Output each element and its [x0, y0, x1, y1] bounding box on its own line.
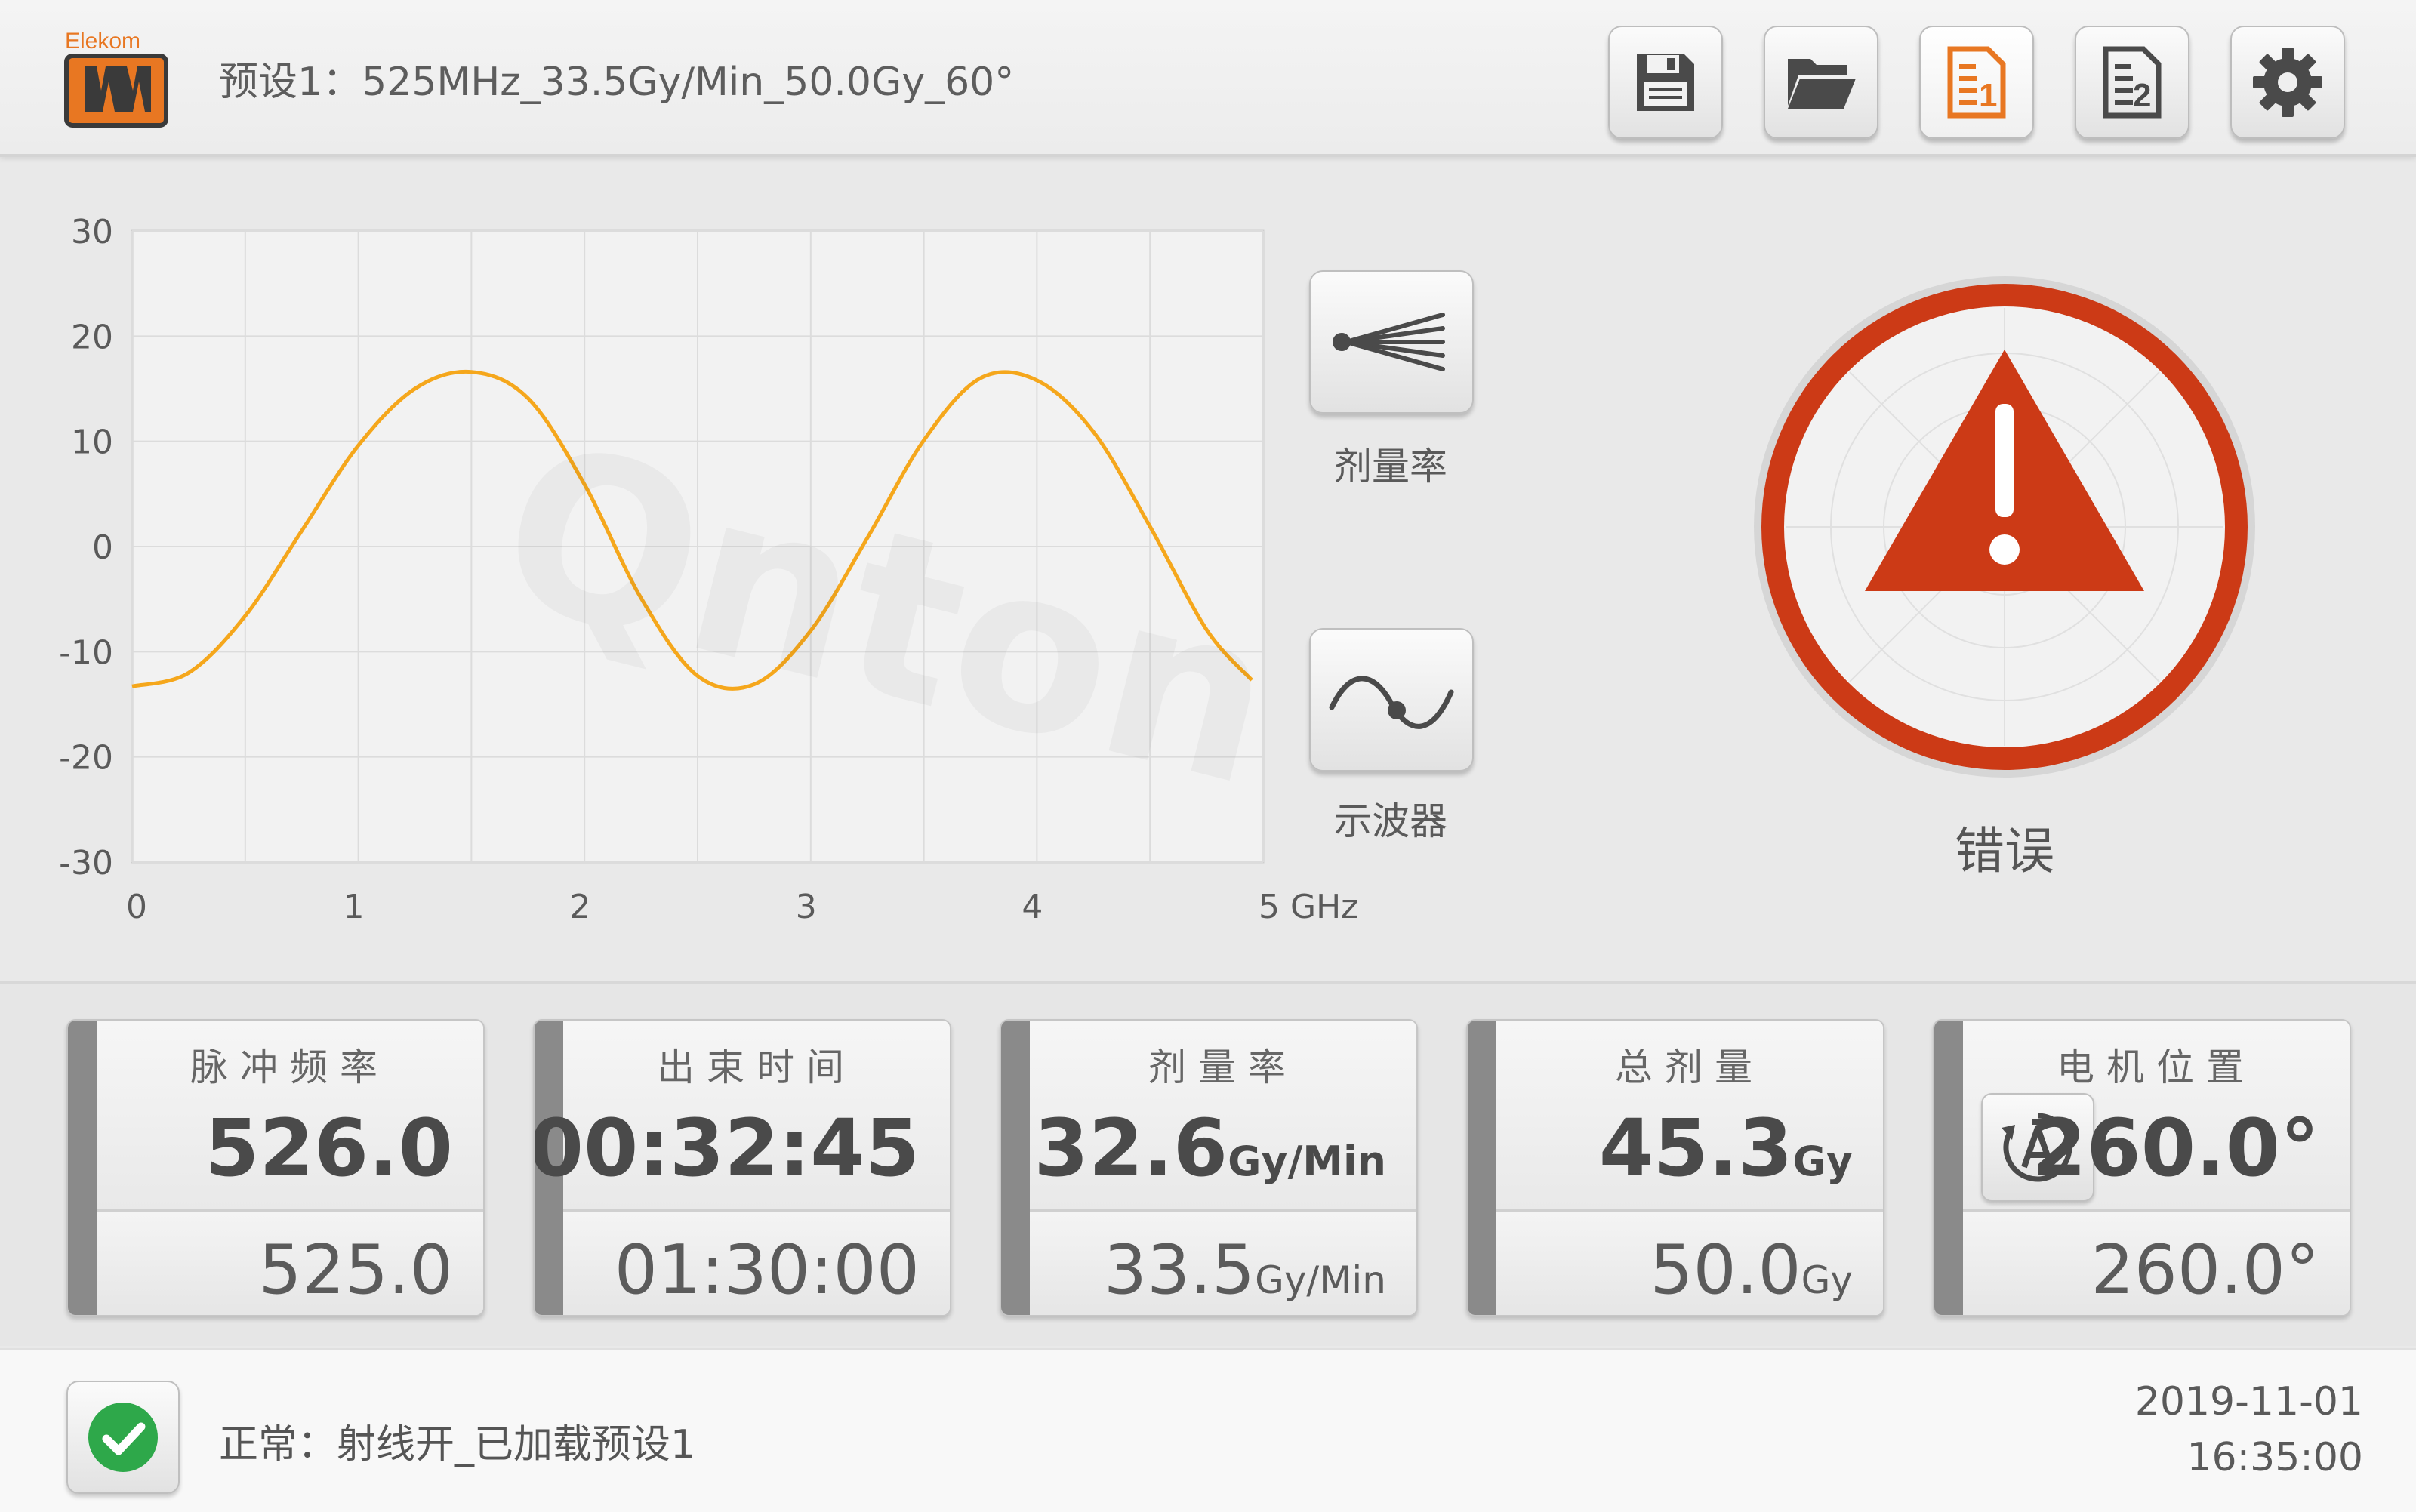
dose-rate-view-label: 剂量率 — [1334, 445, 1447, 488]
card-setpoint-value: 01:30:00 — [614, 1230, 920, 1310]
card-setpoint-value: 260.0° — [2091, 1230, 2319, 1310]
card-setpoint-value: 525.0 — [258, 1230, 453, 1310]
y-tick-label: -10 — [59, 633, 113, 672]
svg-text:Elekom: Elekom — [65, 29, 140, 54]
card-label: 剂量率 — [1148, 1045, 1298, 1089]
sine-wave-icon — [1329, 676, 1454, 729]
save-button[interactable] — [1608, 26, 1723, 139]
elekom-logo: Elekom — [63, 27, 169, 128]
value-number: 32.6 — [1034, 1102, 1228, 1194]
setpoint-number: 50.0 — [1650, 1230, 1801, 1310]
card-label: 脉冲频率 — [190, 1045, 390, 1089]
document-2-icon: 2 — [2103, 46, 2162, 119]
card-setpoint-value: 33.5Gy/Min — [1104, 1230, 1386, 1310]
check-circle-icon — [88, 1403, 158, 1472]
document-1-icon: 1 — [1947, 46, 2006, 119]
card-setpoint-value: 50.0Gy — [1650, 1230, 1853, 1310]
beam-spray-icon — [1333, 313, 1445, 371]
setpoint-unit: Gy — [1801, 1258, 1853, 1302]
y-tick-label: -30 — [59, 844, 113, 882]
card-actual-value: 260.0° — [2032, 1102, 2319, 1194]
card-label: 出束时间 — [657, 1045, 856, 1089]
dose-rate-view-button[interactable] — [1309, 270, 1474, 414]
motor-position-card[interactable]: 电机位置 260.0° 260.0° — [1933, 1019, 2351, 1316]
warning-triangle-icon — [1754, 276, 2255, 778]
error-label: 错误 — [1955, 822, 2054, 880]
pulse-frequency-card[interactable]: 脉冲频率 526.0 525.0 — [66, 1019, 485, 1316]
preset-1-button[interactable]: 1 — [1919, 26, 2034, 139]
card-actual-value: 32.6Gy/Min — [1034, 1102, 1386, 1194]
preset-title: 预设1：525MHz_33.5Gy/Min_50.0Gy_60° — [219, 60, 1015, 105]
x-tick-label: 0 — [126, 888, 147, 926]
x-tick-label: 2 — [569, 888, 590, 926]
dose-rate-card[interactable]: 剂量率 32.6Gy/Min 33.5Gy/Min — [1000, 1019, 1418, 1316]
open-folder-button[interactable] — [1764, 26, 1878, 139]
oscilloscope-view-button[interactable] — [1309, 628, 1474, 771]
value-unit: Gy — [1792, 1138, 1853, 1185]
beam-time-card[interactable]: 出束时间 00:32:45 01:30:00 — [533, 1019, 951, 1316]
value-number: 45.3 — [1598, 1102, 1793, 1194]
x-tick-label: 3 — [796, 888, 817, 926]
setpoint-number: 33.5 — [1103, 1230, 1256, 1310]
y-tick-label: 30 — [71, 213, 113, 251]
oscilloscope-view-label: 示波器 — [1334, 799, 1447, 843]
x-tick-label: 5 GHz — [1259, 888, 1358, 926]
y-tick-label: 10 — [71, 423, 113, 462]
error-alarm-indicator — [1752, 274, 2257, 780]
card-actual-value: 00:32:45 — [533, 1102, 920, 1194]
settings-button[interactable] — [2230, 26, 2345, 139]
status-message: 正常：射线开_已加载预设1 — [219, 1422, 696, 1467]
total-dose-card[interactable]: 总剂量 45.3Gy 50.0Gy — [1466, 1019, 1884, 1316]
card-actual-value: 45.3Gy — [1599, 1102, 1853, 1194]
y-tick-label: 20 — [71, 318, 113, 356]
card-actual-value: 526.0 — [205, 1102, 453, 1194]
status-ok-button[interactable] — [66, 1381, 180, 1494]
x-tick-label: 1 — [344, 888, 365, 926]
header-bar: Elekom 预设1：525MHz_33.5Gy/Min_50.0Gy_60° … — [0, 0, 2416, 157]
card-label: 电机位置 — [2057, 1045, 2256, 1089]
gear-icon — [2253, 48, 2322, 117]
status-bar: 正常：射线开_已加载预设1 2019-11-01 16:35:00 — [0, 1348, 2416, 1512]
svg-text:2: 2 — [2133, 77, 2151, 114]
y-tick-label: 0 — [92, 528, 113, 567]
main-area: 30 20 10 0 -10 -20 -30 0 1 2 3 4 5 GHz 剂量率 示波器 — [0, 157, 2416, 981]
preset-2-button[interactable]: 2 — [2075, 26, 2190, 139]
svg-text:1: 1 — [1979, 77, 1997, 114]
status-date: 2019-11-01 — [2134, 1379, 2363, 1424]
y-tick-label: -20 — [59, 739, 113, 778]
floppy-disk-icon — [1637, 54, 1694, 111]
x-tick-label: 4 — [1022, 888, 1043, 926]
card-label: 总剂量 — [1615, 1045, 1764, 1089]
setpoint-unit: Gy/Min — [1255, 1258, 1386, 1302]
status-time: 16:35:00 — [2186, 1435, 2363, 1480]
folder-open-icon — [1788, 59, 1856, 109]
value-unit: Gy/Min — [1228, 1138, 1386, 1185]
oscilloscope-chart: 30 20 10 0 -10 -20 -30 0 1 2 3 4 5 GHz — [59, 213, 1358, 926]
